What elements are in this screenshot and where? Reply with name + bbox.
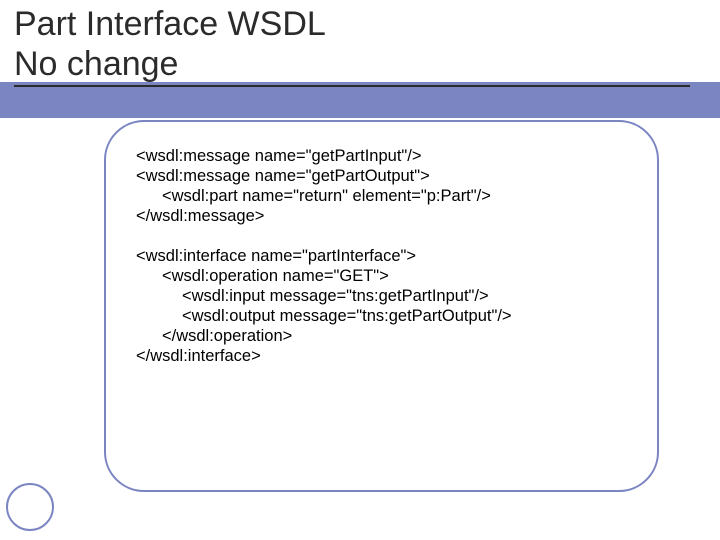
slide-title: Part Interface WSDL No change bbox=[14, 4, 326, 84]
title-banner bbox=[0, 82, 720, 118]
code-block-1: <wsdl:message name="getPartInput"/> <wsd… bbox=[136, 146, 627, 226]
code-block-2: <wsdl:interface name="partInterface"> <w… bbox=[136, 246, 627, 366]
title-underline bbox=[14, 85, 690, 87]
decorative-circle bbox=[6, 483, 54, 531]
content-box: <wsdl:message name="getPartInput"/> <wsd… bbox=[104, 120, 659, 492]
